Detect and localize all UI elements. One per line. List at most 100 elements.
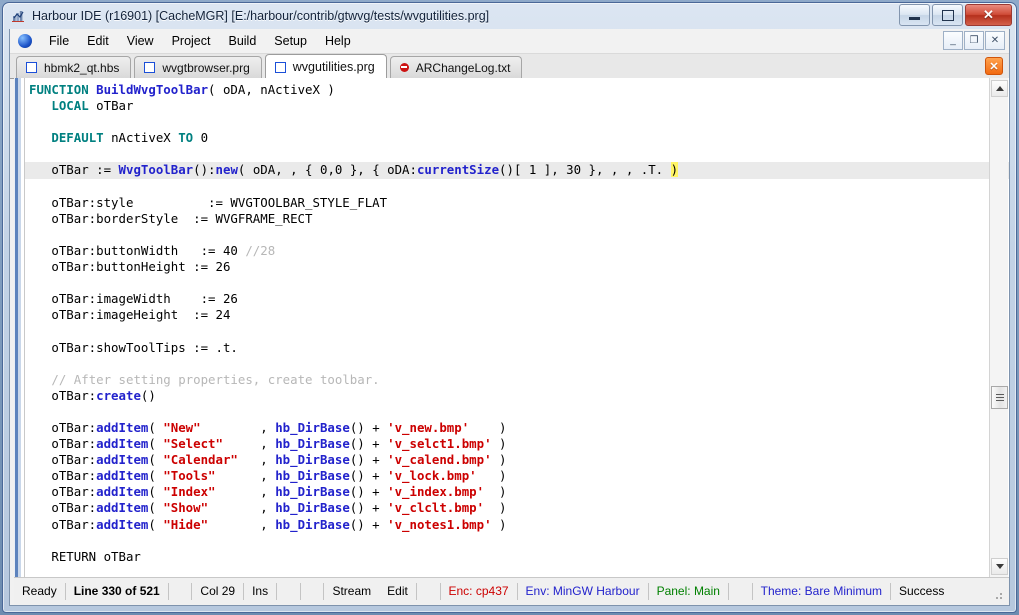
code-token: hb_DirBase [275,516,350,532]
scroll-up-button[interactable] [991,80,1008,97]
code-token: 'v_selct1.bmp' [387,436,492,452]
code-token: , [200,419,276,435]
tab-label: ARChangeLog.txt [415,60,511,75]
tab-wvgtbrowser-prg[interactable]: wvgtbrowser.prg [134,56,262,78]
status-item-spacer [277,583,301,600]
tab-wvgutilities-prg[interactable]: wvgutilities.prg [264,54,387,79]
code-token: "Calendar" [163,452,238,468]
maximize-button[interactable] [932,4,963,26]
code-token: (): [193,162,216,178]
code-token: ( [148,484,164,500]
code-token: addItem [96,484,149,500]
code-token: , [215,484,276,500]
tab-hbmk2-qt-hbs[interactable]: hbmk2_qt.hbs [16,56,132,78]
tab-label: wvgtbrowser.prg [162,60,250,75]
code-editor[interactable]: FUNCTION BuildWvgToolBar( oDA, nActiveX … [14,78,1009,577]
code-token: oTBar: [29,436,97,452]
code-token: ) [491,452,507,468]
code-token: ) [484,500,507,516]
resize-grip-icon[interactable] [992,589,1004,601]
code-token: create [96,387,141,403]
tab-archangelog-txt[interactable]: ARChangeLog.txt [389,56,523,78]
code-token: hb_DirBase [275,500,350,516]
menu-item-view[interactable]: View [118,31,163,51]
code-token: 0 [193,130,209,146]
status-item-spacer [729,583,753,600]
code-token: FUNCTION [29,82,97,97]
code-token: oTBar [88,98,134,114]
code-token: "Show" [163,500,209,516]
arrow-down-icon [995,564,1004,569]
menu-item-project[interactable]: Project [163,31,220,51]
harbour-ide-window: Harbour IDE (r16901) [CacheMGR] [E:/harb… [0,0,1019,615]
code-token: "Select" [163,436,223,452]
tab-close-button[interactable]: ✕ [985,57,1003,75]
code-token: oTBar := [29,162,119,178]
client-area: File Edit View Project Build Setup Help … [9,29,1010,606]
code-line: LOCAL oTBar [25,98,1009,114]
maximize-icon [941,9,954,21]
menu-item-help[interactable]: Help [316,31,360,51]
chart-icon [10,8,26,24]
close-button[interactable]: ✕ [965,4,1012,26]
menu-item-build[interactable]: Build [219,31,265,51]
code-line: oTBar:addItem( "Tools" , hb_DirBase() + … [25,468,1009,484]
code-token: oTBar: [29,452,97,468]
code-line: oTBar:buttonHeight := 26 [25,259,1009,275]
code-token: addItem [96,452,149,468]
minimize-button[interactable] [899,4,930,26]
scroll-down-button[interactable] [991,558,1008,575]
minimize-icon [909,16,920,20]
menu-item-setup[interactable]: Setup [265,31,316,51]
code-line: oTBar:showToolTips := .t. [25,340,1009,356]
code-token: "New" [163,419,201,435]
code-text[interactable]: FUNCTION BuildWvgToolBar( oDA, nActiveX … [25,78,1009,577]
vertical-scrollbar[interactable] [989,78,1008,577]
status-item-theme-bare-minimum: Theme: Bare Minimum [753,583,891,600]
code-token: () + [349,436,388,452]
scrollbar-thumb[interactable] [991,386,1008,409]
code-token: oTBar: [29,419,97,435]
code-token: RETURN oTBar [29,548,141,564]
mdi-close-button[interactable]: ✕ [985,31,1005,50]
code-token: "Index" [163,484,216,500]
menu-item-file[interactable]: File [40,31,78,51]
code-token: , [208,500,276,516]
file-icon [274,61,286,73]
mdi-minimize-button[interactable]: _ [943,31,963,50]
tabbar: hbmk2_qt.hbs wvgtbrowser.prg wvgutilitie… [10,54,1009,79]
code-token: () + [349,484,388,500]
status-item-enc-cp437: Enc: cp437 [441,583,518,600]
code-token: addItem [96,419,149,435]
code-token: () + [349,468,388,484]
code-line: // After setting properties, create tool… [25,372,1009,388]
code-token: oTBar: [29,500,97,516]
code-token: 'v_notes1.bmp' [387,516,492,532]
status-item-spacer [169,583,193,600]
code-token: ( [148,419,164,435]
status-item-ready: Ready [14,583,66,600]
code-token: ( oDA, nActiveX ) [208,82,335,97]
arrow-up-icon [995,86,1004,91]
code-token: nActiveX [103,130,179,146]
mdi-restore-button[interactable]: ❐ [964,31,984,50]
code-token: ) [670,162,679,178]
code-token: BuildWvgToolBar [96,82,209,97]
code-token: ) [484,484,507,500]
blue-orb-icon [18,34,32,48]
code-line: oTBar:addItem( "Hide" , hb_DirBase() + '… [25,517,1009,533]
statusbar: Ready Line 330 of 521 Col 29 Ins Stream Edi… [14,577,1009,605]
code-line: oTBar:borderStyle := WVGFRAME_RECT [25,211,1009,227]
status-item-line-330-of-521: Line 330 of 521 [66,583,169,600]
code-token: oTBar:style := WVGTOOLBAR_STYLE_FLAT [29,194,388,210]
code-token: ( [148,452,164,468]
menu-item-edit[interactable]: Edit [78,31,118,51]
code-token: , [215,468,276,484]
code-token: ()[ 1 ], 30 }, , , .T. [499,162,671,178]
